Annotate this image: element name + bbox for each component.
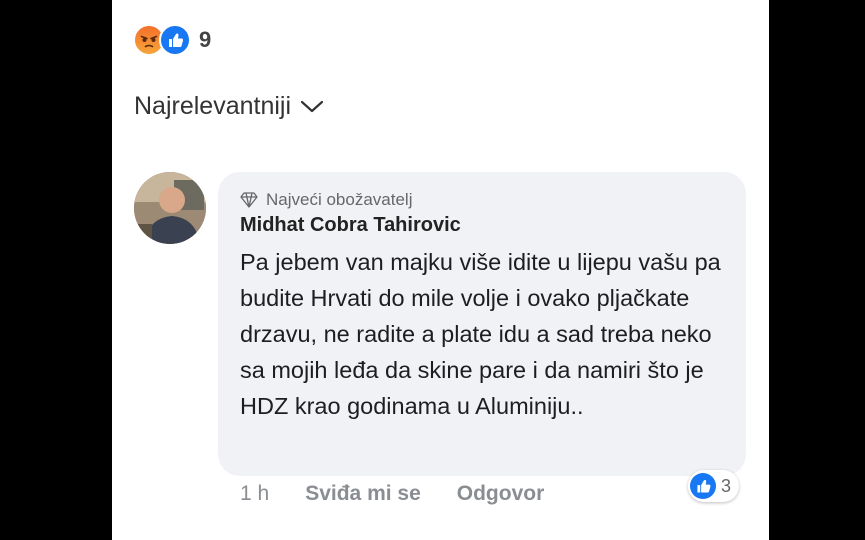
comment-timestamp[interactable]: 1 h [240, 482, 269, 506]
fan-badge-label: Najveći obožavatelj [266, 190, 413, 209]
like-button[interactable]: Sviđa mi se [305, 482, 421, 506]
reply-button[interactable]: Odgovor [457, 482, 545, 506]
comment-reaction-count: 3 [721, 475, 732, 496]
comment-reaction-badge[interactable]: 3 [688, 470, 740, 502]
like-reaction-icon [159, 24, 191, 56]
top-fan-badge: Najveći obožavatelj [240, 190, 412, 210]
comment-actions: 1 h Sviđa mi se Odgovor [240, 482, 544, 506]
reaction-count: 9 [199, 27, 212, 52]
chevron-down-icon [300, 100, 324, 112]
diamond-icon [240, 192, 258, 208]
comment-text: Pa jebem van majku više idite u lijepu v… [240, 249, 721, 419]
facebook-comments-panel: 9 Najrelevantniji Najveći obožavatelj Mi… [112, 0, 769, 540]
like-icon [690, 473, 716, 499]
avatar[interactable] [134, 172, 206, 244]
comment-sort-dropdown[interactable]: Najrelevantniji [134, 92, 325, 121]
comment-bubble: Najveći obožavatelj Midhat Cobra Tahirov… [218, 172, 746, 476]
post-reactions-summary[interactable]: 9 [133, 24, 211, 56]
comment-author[interactable]: Midhat Cobra Tahirovic [240, 214, 461, 237]
sort-label: Najrelevantniji [134, 92, 292, 120]
